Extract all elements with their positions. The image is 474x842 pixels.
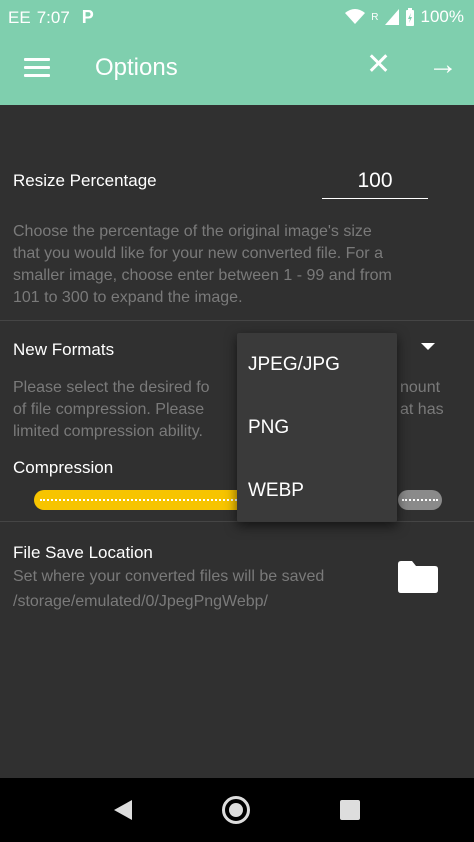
compression-label: Compression [13,458,114,477]
formats-description-fragment: at has [400,401,444,418]
wifi-icon [345,9,366,24]
hamburger-menu-icon[interactable] [24,58,50,78]
status-right: R 100% [345,7,464,27]
back-icon[interactable] [114,800,132,820]
divider [0,320,474,321]
close-icon[interactable]: ✕ [366,50,391,80]
compression-slider-track [398,490,442,510]
status-left: EE 7:07 P [8,7,94,28]
formats-description-line: Please select the desired fo [13,379,210,396]
app-header: EE 7:07 P R 100% Options ✕ → [0,0,474,105]
format-dropdown-menu: JPEG/JPG PNG WEBP [237,333,397,522]
resize-percentage-input[interactable]: 100 [322,165,428,199]
arrow-forward-icon[interactable]: → [428,50,458,80]
format-option-png[interactable]: PNG [237,396,397,459]
status-bar: EE 7:07 P R 100% [0,0,474,34]
format-option-jpeg[interactable]: JPEG/JPG [237,333,397,396]
formats-description-line: limited compression ability. [13,423,203,440]
formats-description: Please select the desired fo of file com… [13,377,210,443]
formats-description-fragment: nount [400,379,441,396]
page-title: Options [95,54,178,81]
formats-description-line: of file compression. Please [13,401,205,418]
save-location-description: Set where your converted files will be s… [13,568,325,585]
resize-description-line: 101 to 300 to expand the image. [13,289,243,306]
clock: 7:07 [36,7,70,27]
roaming-indicator: R [371,11,379,23]
carrier: EE [8,7,31,27]
dropdown-arrow-icon[interactable] [421,343,435,350]
navigation-bar [0,778,474,842]
resize-description-line: that you would like for your new convert… [13,245,383,262]
signal-icon [384,9,399,25]
resize-description-line: smaller image, choose enter between 1 - … [13,267,392,284]
new-formats-label: New Formats [13,340,115,359]
parking-notification-icon: P [81,7,94,27]
file-save-location-label: File Save Location [13,543,153,562]
toolbar: Options ✕ → [0,34,474,105]
resize-description: Choose the percentage of the original im… [13,221,392,309]
save-location-path: /storage/emulated/0/JpegPngWebp/ [13,593,268,610]
battery-level: 100% [420,7,464,26]
formats-description-right: nount at has [400,377,444,421]
resize-percentage-label: Resize Percentage [13,171,157,190]
folder-icon[interactable] [396,560,440,594]
recent-apps-icon[interactable] [340,800,360,820]
resize-description-line: Choose the percentage of the original im… [13,223,372,240]
compression-slider-fill [34,490,259,510]
format-option-webp[interactable]: WEBP [237,459,397,522]
battery-icon [405,8,414,26]
home-icon[interactable] [222,796,250,824]
